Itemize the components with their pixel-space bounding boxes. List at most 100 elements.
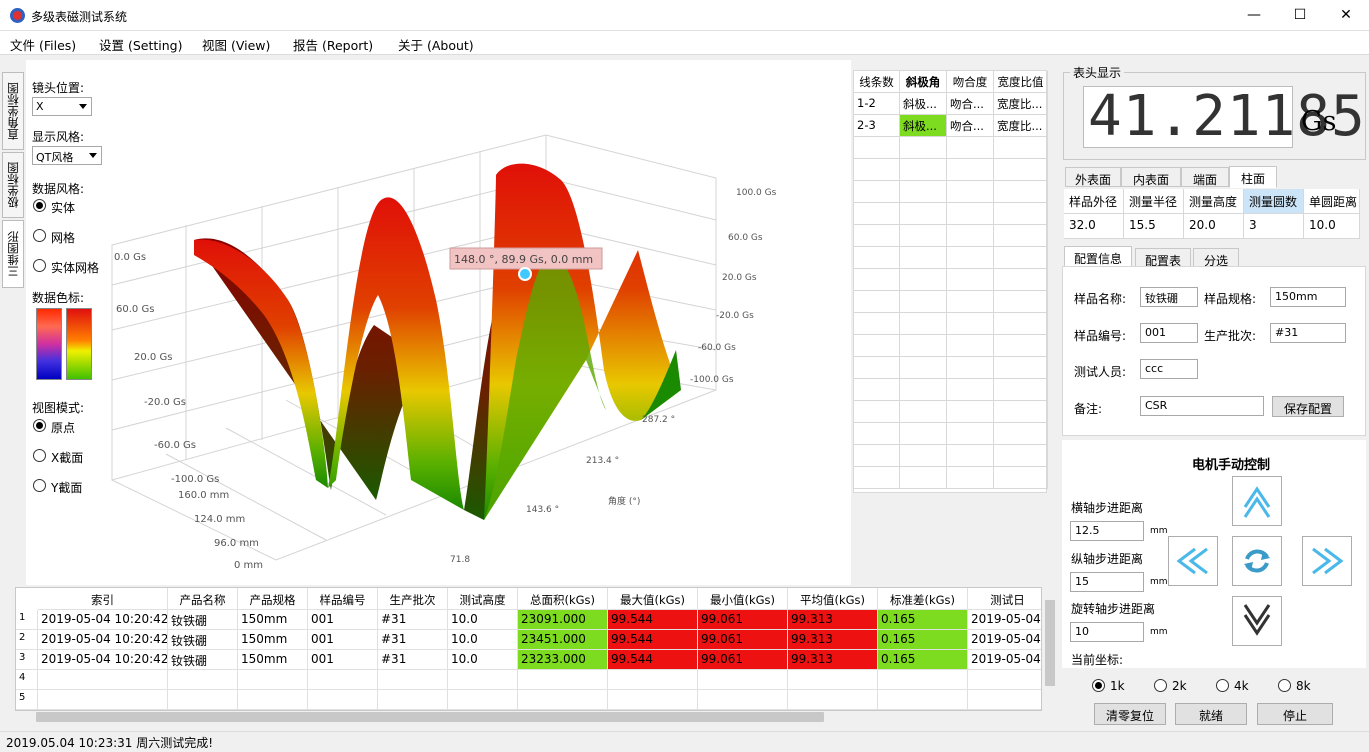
results-cell[interactable]: 0.165 xyxy=(878,630,968,650)
colorbar-scheme-1[interactable] xyxy=(36,308,62,380)
sample-value[interactable]: 32.0 xyxy=(1064,214,1124,239)
menu-about[interactable]: 关于 (About) xyxy=(398,35,474,54)
note-input[interactable]: CSR xyxy=(1140,396,1264,416)
results-cell[interactable]: 150mm xyxy=(238,630,308,650)
lens-position-select[interactable]: X xyxy=(32,97,92,116)
tab-config-info[interactable]: 配置信息 xyxy=(1064,246,1132,267)
move-up-button[interactable] xyxy=(1232,476,1282,526)
results-empty-cell[interactable] xyxy=(168,690,238,710)
results-empty-cell[interactable] xyxy=(878,690,968,710)
tab-polar-chart[interactable]: 极坐标图 xyxy=(2,152,24,218)
results-cell[interactable]: #31 xyxy=(378,630,448,650)
results-cell[interactable]: 001 xyxy=(308,610,378,630)
results-header-cell[interactable]: 产品名称 xyxy=(168,588,238,610)
results-empty-cell[interactable] xyxy=(448,670,518,690)
results-empty-cell[interactable] xyxy=(378,670,448,690)
results-cell[interactable]: 001 xyxy=(308,650,378,670)
results-cell[interactable]: 99.313 xyxy=(788,630,878,650)
results-cell[interactable]: 钕铁硼 xyxy=(168,630,238,650)
lines-cell[interactable]: 2-3 xyxy=(854,115,900,137)
results-cell[interactable]: 2019-05-04 10:20:42 xyxy=(38,630,168,650)
display-style-select[interactable]: QT风格 xyxy=(32,146,102,165)
speed-4k-radio[interactable] xyxy=(1216,679,1229,692)
stop-button[interactable]: 停止 xyxy=(1257,703,1333,725)
results-cell[interactable]: 钕铁硼 xyxy=(168,610,238,630)
results-cell[interactable]: 10.0 xyxy=(448,610,518,630)
data-style-mesh-radio[interactable] xyxy=(33,229,46,242)
results-header-cell[interactable]: 测试日 xyxy=(968,588,1041,610)
tab-cartesian-chart[interactable]: 直角坐标图 xyxy=(2,72,24,150)
results-header-cell[interactable]: 平均值(kGs) xyxy=(788,588,878,610)
tab-sorting[interactable]: 分选 xyxy=(1193,248,1239,268)
results-empty-cell[interactable] xyxy=(378,690,448,710)
menu-report[interactable]: 报告 (Report) xyxy=(293,35,373,54)
results-cell[interactable]: 10.0 xyxy=(448,650,518,670)
results-empty-cell[interactable] xyxy=(518,690,608,710)
results-cell[interactable]: 99.061 xyxy=(698,650,788,670)
results-cell[interactable]: 0.165 xyxy=(878,650,968,670)
results-empty-cell[interactable] xyxy=(788,690,878,710)
results-header-cell[interactable]: 样品编号 xyxy=(308,588,378,610)
results-cell[interactable]: 23451.000 xyxy=(518,630,608,650)
sample-value[interactable]: 20.0 xyxy=(1184,214,1244,239)
menu-setting[interactable]: 设置 (Setting) xyxy=(99,35,182,54)
sample-value[interactable]: 3 xyxy=(1244,214,1304,239)
speed-8k-radio[interactable] xyxy=(1278,679,1291,692)
results-cell[interactable]: #31 xyxy=(378,650,448,670)
batch-input[interactable]: #31 xyxy=(1270,323,1346,343)
r-step-input[interactable]: 10 xyxy=(1070,622,1144,642)
results-empty-cell[interactable] xyxy=(608,670,698,690)
results-cell[interactable]: 99.313 xyxy=(788,650,878,670)
results-header-cell[interactable]: 索引 xyxy=(38,588,168,610)
v-step-input[interactable]: 15 xyxy=(1070,572,1144,592)
lines-cell[interactable]: 斜极... xyxy=(900,93,947,115)
results-cell[interactable]: 001 xyxy=(308,630,378,650)
results-cell[interactable]: 2019-05-04 10:20:42 xyxy=(38,650,168,670)
results-cell[interactable]: 2019-05-04 xyxy=(968,630,1041,650)
results-empty-cell[interactable] xyxy=(38,670,168,690)
results-cell[interactable]: #31 xyxy=(378,610,448,630)
reset-button[interactable]: 清零复位 xyxy=(1094,703,1166,725)
lines-cell[interactable]: 1-2 xyxy=(854,93,900,115)
results-empty-cell[interactable] xyxy=(788,670,878,690)
results-empty-cell[interactable] xyxy=(38,690,168,710)
results-cell[interactable]: 23233.000 xyxy=(518,650,608,670)
results-cell[interactable]: 150mm xyxy=(238,650,308,670)
maximize-button[interactable]: ☐ xyxy=(1277,0,1323,31)
results-cell[interactable]: 99.544 xyxy=(608,630,698,650)
tester-input[interactable]: ccc xyxy=(1140,359,1198,379)
results-cell[interactable]: 150mm xyxy=(238,610,308,630)
results-header-cell[interactable]: 产品规格 xyxy=(238,588,308,610)
results-header-cell[interactable]: 生产批次 xyxy=(378,588,448,610)
surface-3d-plot[interactable]: 148.0 °, 89.9 Gs, 0.0 mm 0.0 Gs 60.0 Gs … xyxy=(26,60,851,585)
rotate-button[interactable] xyxy=(1232,536,1282,586)
results-empty-cell[interactable] xyxy=(238,690,308,710)
results-cell[interactable]: 99.313 xyxy=(788,610,878,630)
tab-config-table[interactable]: 配置表 xyxy=(1135,248,1191,268)
results-cell[interactable]: 0.165 xyxy=(878,610,968,630)
lines-cell[interactable]: 宽度比... xyxy=(994,93,1048,115)
results-cell[interactable]: 2019-05-04 xyxy=(968,650,1041,670)
sample-value[interactable]: 10.0 xyxy=(1304,214,1360,239)
results-cell[interactable]: 99.544 xyxy=(608,650,698,670)
ready-button[interactable]: 就绪 xyxy=(1175,703,1247,725)
data-style-solid-mesh-radio[interactable] xyxy=(33,259,46,272)
results-cell[interactable]: 99.544 xyxy=(608,610,698,630)
results-empty-cell[interactable] xyxy=(878,670,968,690)
lines-cell[interactable]: 吻合... xyxy=(947,93,994,115)
move-down-button[interactable] xyxy=(1232,596,1282,646)
results-empty-cell[interactable] xyxy=(168,670,238,690)
h-step-input[interactable]: 12.5 xyxy=(1070,521,1144,541)
results-header-cell[interactable]: 测试高度 xyxy=(448,588,518,610)
lines-cell[interactable]: 吻合... xyxy=(947,115,994,137)
results-cell[interactable]: 99.061 xyxy=(698,610,788,630)
view-mode-x-radio[interactable] xyxy=(33,449,46,462)
results-empty-cell[interactable] xyxy=(518,670,608,690)
results-empty-cell[interactable] xyxy=(698,670,788,690)
results-header-cell[interactable]: 总面积(kGs) xyxy=(518,588,608,610)
results-header-cell[interactable]: 最大值(kGs) xyxy=(608,588,698,610)
sample-value[interactable]: 15.5 xyxy=(1124,214,1184,239)
tab-outer-surface[interactable]: 外表面 xyxy=(1065,167,1121,187)
tab-cylinder-surface[interactable]: 柱面 xyxy=(1229,166,1277,188)
menu-files[interactable]: 文件 (Files) xyxy=(10,35,76,54)
